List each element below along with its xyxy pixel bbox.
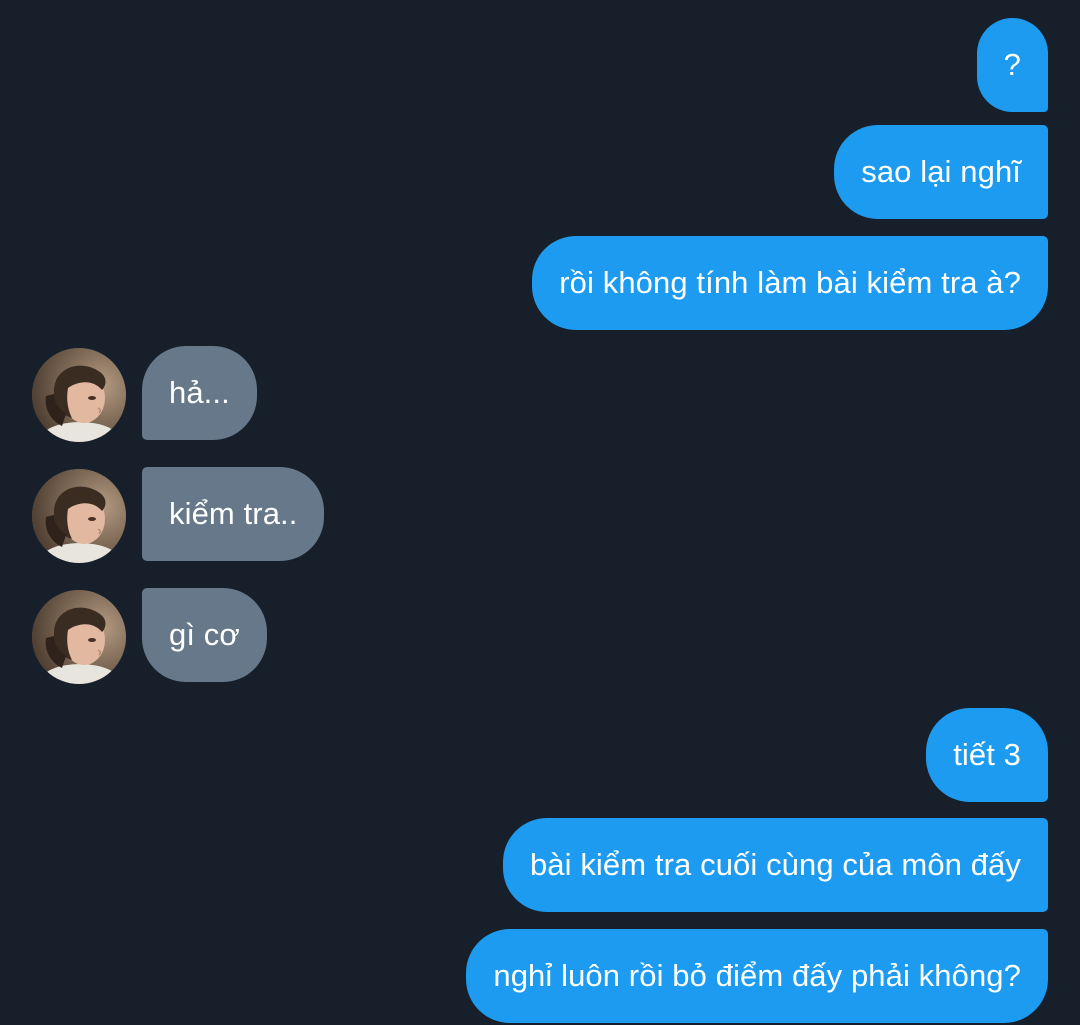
outgoing-message-bubble[interactable]: nghỉ luôn rồi bỏ điểm đấy phải không? bbox=[466, 929, 1048, 1023]
outgoing-message-bubble[interactable]: bài kiểm tra cuối cùng của môn đấy bbox=[502, 818, 1048, 912]
incoming-message-bubble[interactable]: kiểm tra.. bbox=[142, 467, 325, 561]
contact-avatar[interactable] bbox=[32, 348, 126, 442]
chat-thread[interactable]: ? sao lại nghĩ rồi không tính làm bài ki… bbox=[0, 0, 1080, 1025]
outgoing-message-bubble[interactable]: tiết 3 bbox=[926, 708, 1048, 802]
contact-avatar[interactable] bbox=[32, 469, 126, 563]
outgoing-message-bubble[interactable]: ? bbox=[976, 18, 1048, 112]
outgoing-message-bubble[interactable]: rồi không tính làm bài kiểm tra à? bbox=[532, 236, 1048, 330]
outgoing-message-bubble[interactable]: sao lại nghĩ bbox=[834, 125, 1048, 219]
contact-avatar[interactable] bbox=[32, 590, 126, 684]
incoming-message-bubble[interactable]: gì cơ bbox=[142, 588, 267, 682]
incoming-message-bubble[interactable]: hả... bbox=[142, 346, 257, 440]
